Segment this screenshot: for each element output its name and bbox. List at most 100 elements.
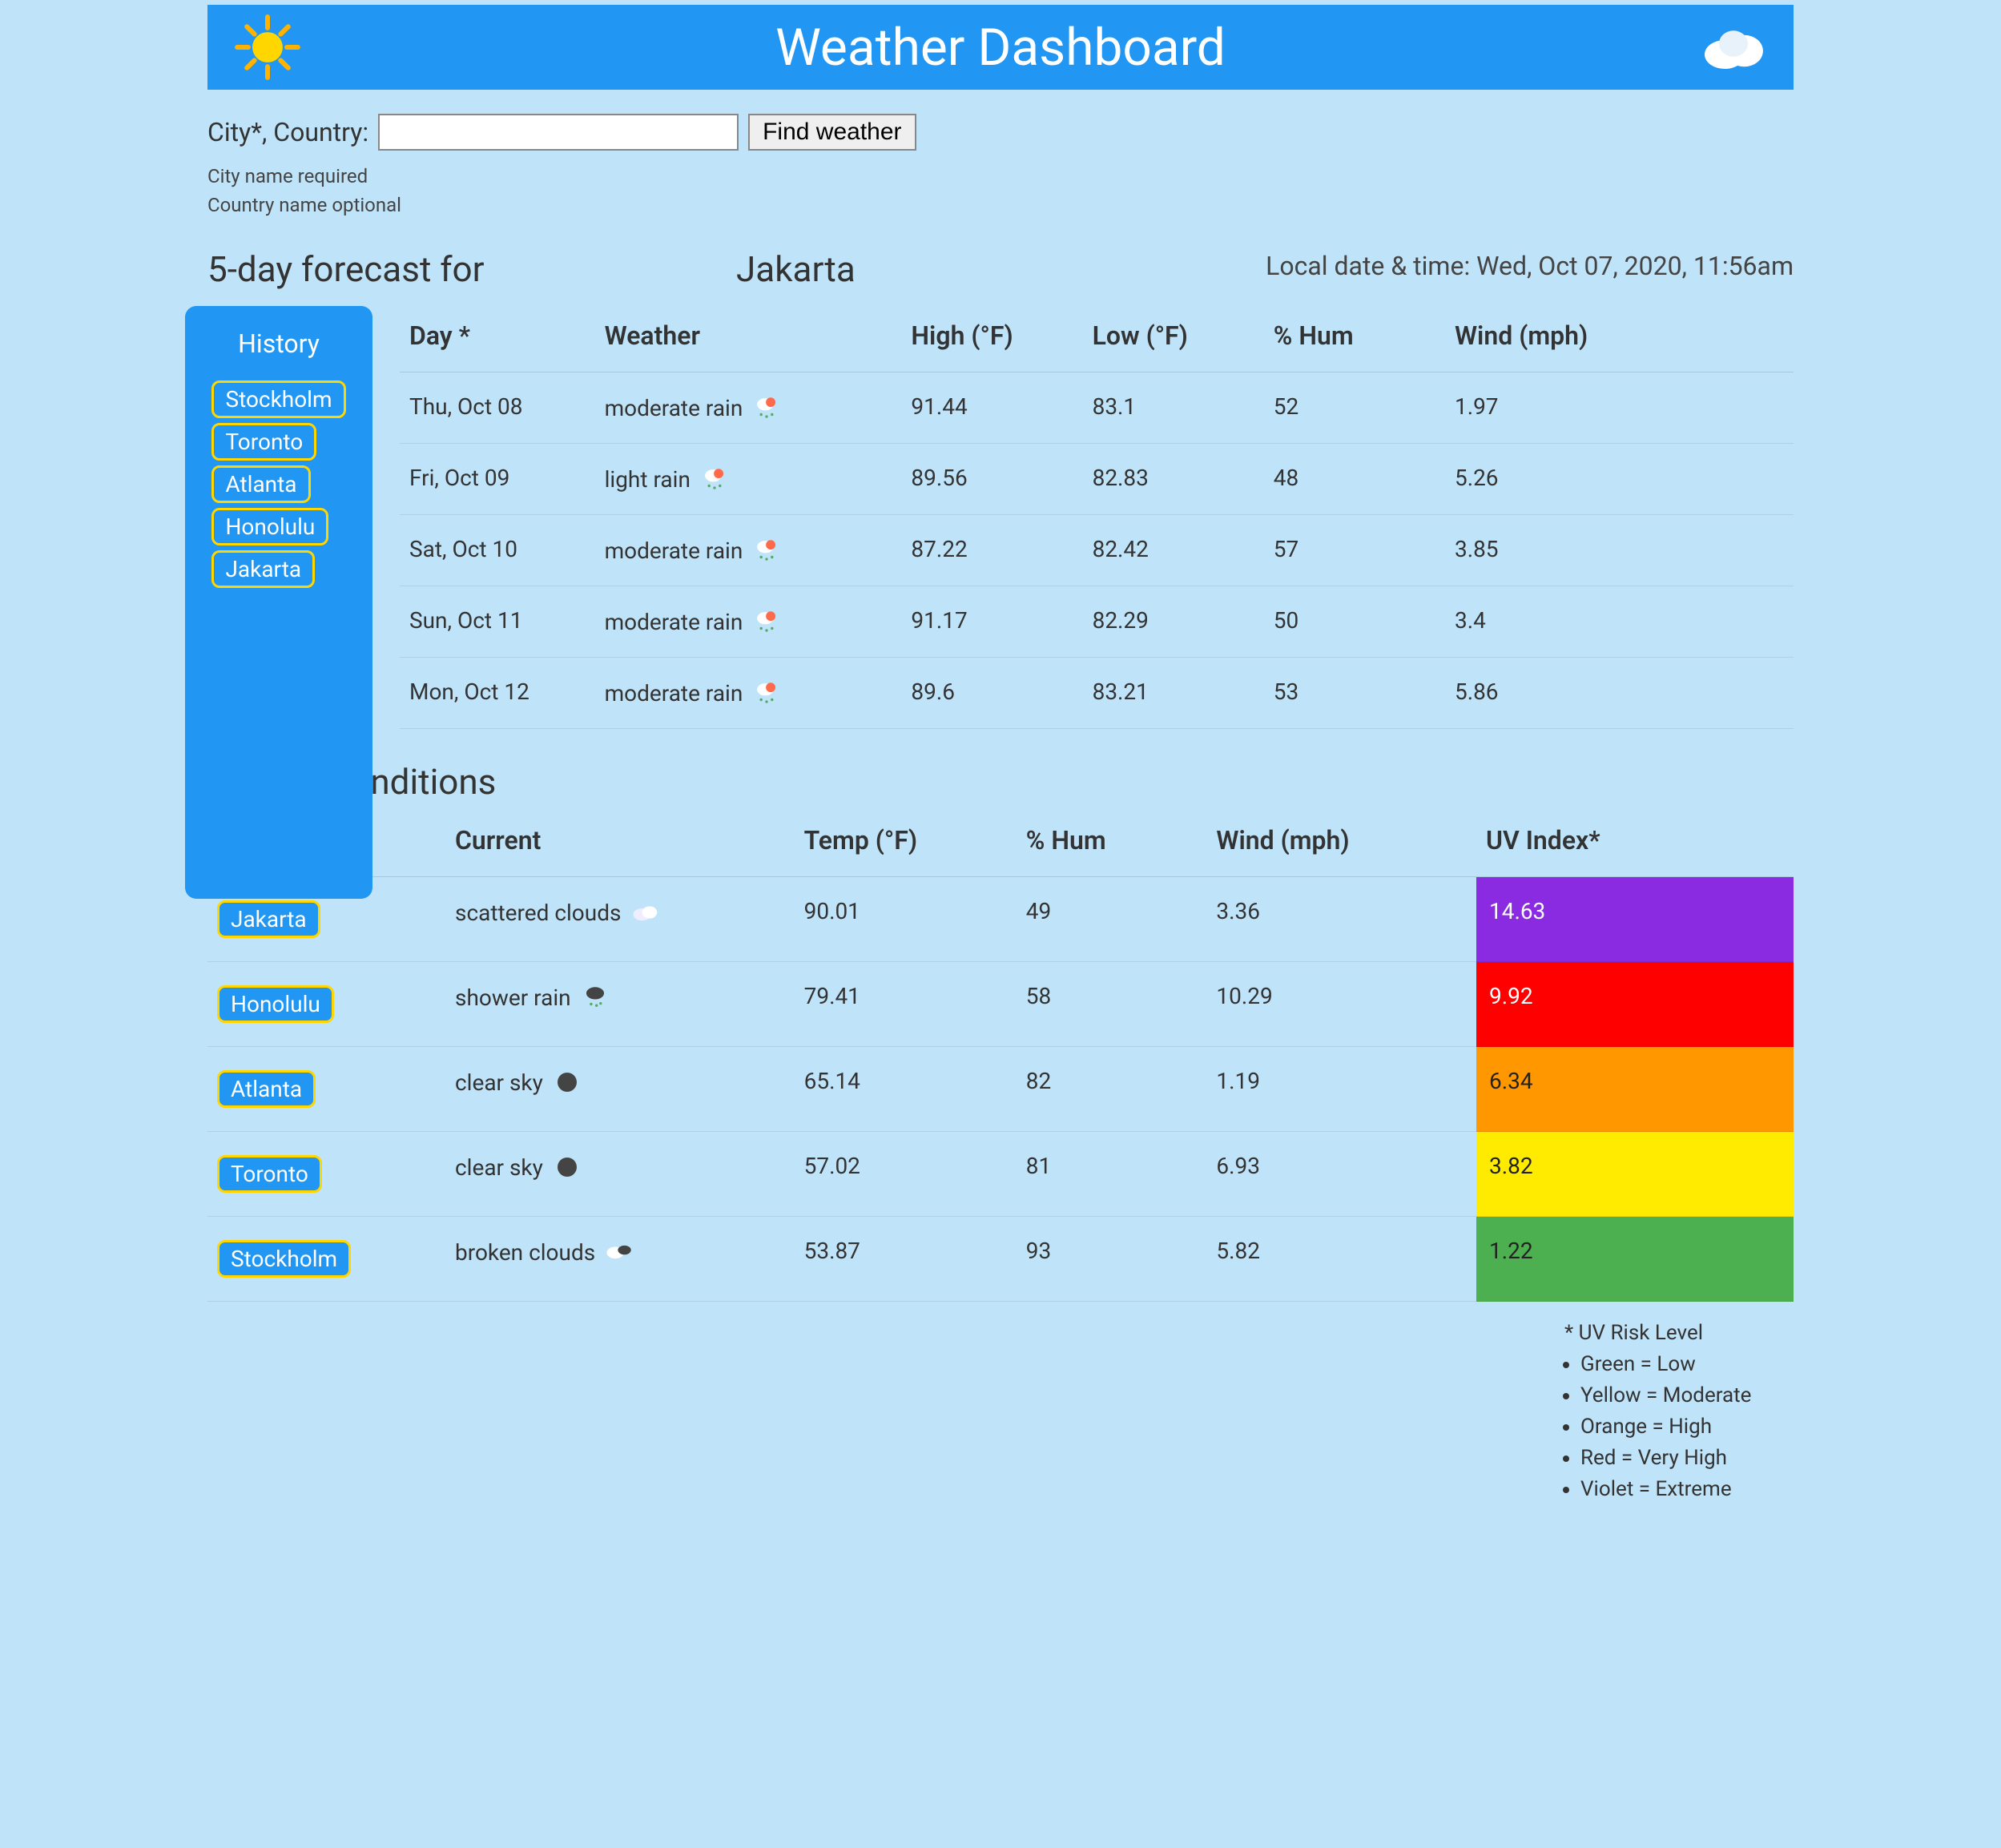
forecast-high: 89.6 xyxy=(901,658,1082,729)
clear-night-icon xyxy=(553,1153,582,1182)
forecast-wind: 3.4 xyxy=(1445,586,1794,658)
current-col-4: Wind (mph) xyxy=(1206,811,1476,877)
forecast-hum: 53 xyxy=(1264,658,1445,729)
cloud-icon xyxy=(630,898,659,927)
history-item-jakarta[interactable]: Jakarta xyxy=(211,550,315,588)
city-input[interactable] xyxy=(378,114,739,151)
history-item-honolulu[interactable]: Honolulu xyxy=(211,508,328,546)
current-cond: clear sky xyxy=(445,1047,795,1132)
clear-night-icon xyxy=(553,1068,582,1097)
rain-icon xyxy=(752,678,781,707)
uv-index: 6.34 xyxy=(1476,1047,1794,1132)
current-wind: 5.82 xyxy=(1206,1217,1476,1302)
current-city: Atlanta xyxy=(207,1047,445,1132)
uv-index: 1.22 xyxy=(1476,1217,1794,1302)
forecast-row: Fri, Oct 09light rain89.5682.83485.26 xyxy=(400,444,1794,515)
uv-legend: * UV Risk Level Green = LowYellow = Mode… xyxy=(1553,1318,1794,1505)
forecast-high: 87.22 xyxy=(901,515,1082,586)
current-cond: clear sky xyxy=(445,1132,795,1217)
current-row: Jakartascattered clouds90.01493.3614.63 xyxy=(207,877,1794,962)
forecast-label: 5-day forecast for xyxy=(207,248,736,290)
page-title: Weather Dashboard xyxy=(304,18,1697,78)
forecast-weather: moderate rain xyxy=(595,372,902,444)
legend-item: Red = Very High xyxy=(1580,1443,1794,1474)
city-chip-toronto[interactable]: Toronto xyxy=(217,1155,322,1193)
forecast-hum: 57 xyxy=(1264,515,1445,586)
current-hum: 58 xyxy=(1017,962,1207,1047)
current-wind: 6.93 xyxy=(1206,1132,1476,1217)
current-temp: 57.02 xyxy=(795,1132,1017,1217)
history-title: History xyxy=(238,328,320,359)
city-chip-jakarta[interactable]: Jakarta xyxy=(217,900,320,938)
current-col-2: Temp (°F) xyxy=(795,811,1017,877)
forecast-wind: 1.97 xyxy=(1445,372,1794,444)
forecast-wind: 3.85 xyxy=(1445,515,1794,586)
forecast-day: Sat, Oct 10 xyxy=(400,515,595,586)
uv-index: 9.92 xyxy=(1476,962,1794,1047)
forecast-low: 83.21 xyxy=(1083,658,1264,729)
search-row: City*, Country: Find weather xyxy=(207,90,1794,151)
forecast-col-2: High (°F) xyxy=(901,306,1082,372)
rain-icon xyxy=(752,393,781,422)
legend-item: Orange = High xyxy=(1580,1411,1794,1443)
search-hint: City name required Country name optional xyxy=(207,162,1794,219)
current-temp: 90.01 xyxy=(795,877,1017,962)
legend-item: Green = Low xyxy=(1580,1349,1794,1380)
forecast-row: Mon, Oct 12moderate rain89.683.21535.86 xyxy=(400,658,1794,729)
history-item-toronto[interactable]: Toronto xyxy=(211,423,316,461)
forecast-row: Sun, Oct 11moderate rain91.1782.29503.4 xyxy=(400,586,1794,658)
city-chip-atlanta[interactable]: Atlanta xyxy=(217,1070,316,1108)
city-chip-honolulu[interactable]: Honolulu xyxy=(217,985,334,1023)
forecast-high: 91.17 xyxy=(901,586,1082,658)
current-hum: 81 xyxy=(1017,1132,1207,1217)
current-city: Stockholm xyxy=(207,1217,445,1302)
current-row: Stockholmbroken clouds53.87935.821.22 xyxy=(207,1217,1794,1302)
forecast-col-0: Day * xyxy=(400,306,595,372)
forecast-hum: 48 xyxy=(1264,444,1445,515)
current-col-1: Current xyxy=(445,811,795,877)
current-cond: scattered clouds xyxy=(445,877,795,962)
forecast-col-4: % Hum xyxy=(1264,306,1445,372)
forecast-weather: moderate rain xyxy=(595,515,902,586)
find-weather-button[interactable]: Find weather xyxy=(748,114,916,151)
forecast-hum: 50 xyxy=(1264,586,1445,658)
history-item-stockholm[interactable]: Stockholm xyxy=(211,380,345,418)
forecast-day: Thu, Oct 08 xyxy=(400,372,595,444)
forecast-low: 82.29 xyxy=(1083,586,1264,658)
forecast-low: 82.42 xyxy=(1083,515,1264,586)
legend-title: * UV Risk Level xyxy=(1564,1318,1794,1349)
hint-line-2: Country name optional xyxy=(207,191,1794,219)
current-col-5: UV Index* xyxy=(1476,811,1794,877)
cloud-icon xyxy=(1697,11,1769,83)
uv-index: 3.82 xyxy=(1476,1132,1794,1217)
forecast-day: Fri, Oct 09 xyxy=(400,444,595,515)
current-row: Atlantaclear sky65.14821.196.34 xyxy=(207,1047,1794,1132)
forecast-high: 89.56 xyxy=(901,444,1082,515)
forecast-weather: moderate rain xyxy=(595,586,902,658)
current-wind: 3.36 xyxy=(1206,877,1476,962)
shower-icon xyxy=(581,983,610,1012)
current-city: Honolulu xyxy=(207,962,445,1047)
history-item-atlanta[interactable]: Atlanta xyxy=(211,465,310,503)
forecast-wind: 5.26 xyxy=(1445,444,1794,515)
city-chip-stockholm[interactable]: Stockholm xyxy=(217,1240,351,1278)
forecast-weather: light rain xyxy=(595,444,902,515)
history-panel: History Stockholm Toronto Atlanta Honolulu J… xyxy=(185,306,372,899)
current-wind: 10.29 xyxy=(1206,962,1476,1047)
current-cond: shower rain xyxy=(445,962,795,1047)
forecast-row: Sat, Oct 10moderate rain87.2282.42573.85 xyxy=(400,515,1794,586)
current-conditions-title: Current conditions xyxy=(207,761,1794,803)
local-time: Local date & time: Wed, Oct 07, 2020, 11… xyxy=(1266,248,1794,284)
rain-icon xyxy=(752,536,781,565)
forecast-high: 91.44 xyxy=(901,372,1082,444)
uv-index: 14.63 xyxy=(1476,877,1794,962)
rain-icon xyxy=(700,465,729,493)
forecast-col-3: Low (°F) xyxy=(1083,306,1264,372)
current-temp: 79.41 xyxy=(795,962,1017,1047)
current-cond: broken clouds xyxy=(445,1217,795,1302)
current-wind: 1.19 xyxy=(1206,1047,1476,1132)
search-label: City*, Country: xyxy=(207,117,368,147)
forecast-day: Mon, Oct 12 xyxy=(400,658,595,729)
current-hum: 82 xyxy=(1017,1047,1207,1132)
forecast-day: Sun, Oct 11 xyxy=(400,586,595,658)
